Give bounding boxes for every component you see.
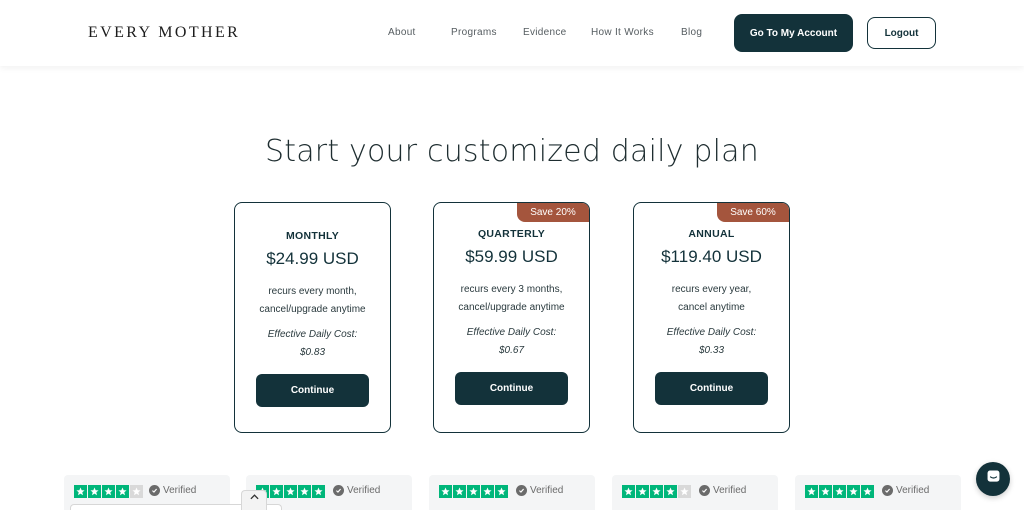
verified-badge: Verified xyxy=(882,485,929,496)
star-icon xyxy=(678,485,691,498)
verified-label: Verified xyxy=(347,485,381,496)
star-icon xyxy=(298,485,311,498)
star-icon xyxy=(467,485,480,498)
continue-button-quarterly[interactable]: Continue xyxy=(455,372,568,405)
effective-cost-value: $0.83 xyxy=(299,347,326,358)
plan-price: $119.40 USD xyxy=(661,247,762,266)
star-icon xyxy=(74,485,87,498)
star-icon xyxy=(833,485,846,498)
effective-cost-label: Effective Daily Cost: xyxy=(466,327,557,338)
star-icon xyxy=(622,485,635,498)
check-circle-icon xyxy=(699,485,710,496)
star-icon xyxy=(270,485,283,498)
plan-description-line2: cancel/upgrade anytime xyxy=(259,304,366,315)
go-to-account-button[interactable]: Go To My Account xyxy=(734,14,853,52)
verified-badge: Verified xyxy=(149,485,196,496)
effective-cost-value: $0.67 xyxy=(498,345,525,356)
verified-badge: Verified xyxy=(699,485,746,496)
star-icon xyxy=(130,485,143,498)
plan-card-quarterly: Save 20% QUARTERLY $59.99 USD recurs eve… xyxy=(433,202,590,433)
save-badge: Save 60% xyxy=(717,203,789,222)
plan-card-monthly: MONTHLY $24.99 USD recurs every month, c… xyxy=(234,202,391,433)
review-card: Verified xyxy=(429,475,595,510)
star-rating xyxy=(439,485,508,498)
plan-description-line1: recurs every year, xyxy=(671,284,752,295)
plan-price: $24.99 USD xyxy=(266,249,359,268)
nav-about[interactable]: About xyxy=(388,27,416,38)
nav-blog[interactable]: Blog xyxy=(681,27,702,38)
star-icon xyxy=(88,485,101,498)
nav-how-it-works[interactable]: How It Works xyxy=(591,27,654,38)
chat-icon xyxy=(985,468,1002,490)
plan-description-line2: cancel/upgrade anytime xyxy=(458,302,565,313)
star-icon xyxy=(650,485,663,498)
chevron-up-icon[interactable] xyxy=(241,490,267,510)
star-icon xyxy=(664,485,677,498)
star-icon xyxy=(102,485,115,498)
continue-button-monthly[interactable]: Continue xyxy=(256,374,369,407)
nav-programs[interactable]: Programs xyxy=(451,27,497,38)
plan-description-line2: cancel anytime xyxy=(678,302,745,313)
plan-price: $59.99 USD xyxy=(465,247,558,266)
star-icon xyxy=(453,485,466,498)
star-rating xyxy=(622,485,691,498)
chat-button[interactable] xyxy=(976,462,1010,496)
page-title: Start your customized daily plan xyxy=(265,134,759,169)
nav-evidence[interactable]: Evidence xyxy=(523,27,567,38)
verified-label: Verified xyxy=(163,485,197,496)
check-circle-icon xyxy=(333,485,344,496)
plan-name: QUARTERLY xyxy=(477,228,546,240)
review-card: Verified xyxy=(795,475,961,510)
effective-cost-value: $0.33 xyxy=(698,345,725,356)
star-icon xyxy=(439,485,452,498)
star-icon xyxy=(284,485,297,498)
verified-label: Verified xyxy=(896,485,930,496)
star-icon xyxy=(116,485,129,498)
plan-description-line1: recurs every 3 months, xyxy=(460,284,563,295)
star-icon xyxy=(636,485,649,498)
star-icon xyxy=(481,485,494,498)
check-circle-icon xyxy=(149,485,160,496)
logout-button[interactable]: Logout xyxy=(867,17,936,49)
star-icon xyxy=(847,485,860,498)
verified-label: Verified xyxy=(530,485,564,496)
check-circle-icon xyxy=(882,485,893,496)
check-circle-icon xyxy=(516,485,527,496)
verified-badge: Verified xyxy=(333,485,380,496)
star-icon xyxy=(495,485,508,498)
plan-name: MONTHLY xyxy=(285,230,340,242)
plan-description-line1: recurs every month, xyxy=(268,286,357,297)
star-icon xyxy=(861,485,874,498)
continue-button-annual[interactable]: Continue xyxy=(655,372,768,405)
verified-label: Verified xyxy=(713,485,747,496)
plan-card-annual: Save 60% ANNUAL $119.40 USD recurs every… xyxy=(633,202,790,433)
star-icon xyxy=(312,485,325,498)
review-card: Verified xyxy=(612,475,778,510)
star-icon xyxy=(805,485,818,498)
save-badge: Save 20% xyxy=(517,203,589,222)
star-rating xyxy=(74,485,143,498)
site-header: EVERY MOTHER About Programs Evidence How… xyxy=(0,0,1024,66)
effective-cost-label: Effective Daily Cost: xyxy=(666,327,757,338)
effective-cost-label: Effective Daily Cost: xyxy=(267,329,358,340)
verified-badge: Verified xyxy=(516,485,563,496)
star-icon xyxy=(819,485,832,498)
logo[interactable]: EVERY MOTHER xyxy=(88,24,240,42)
star-rating xyxy=(805,485,874,498)
plan-name: ANNUAL xyxy=(688,228,735,240)
